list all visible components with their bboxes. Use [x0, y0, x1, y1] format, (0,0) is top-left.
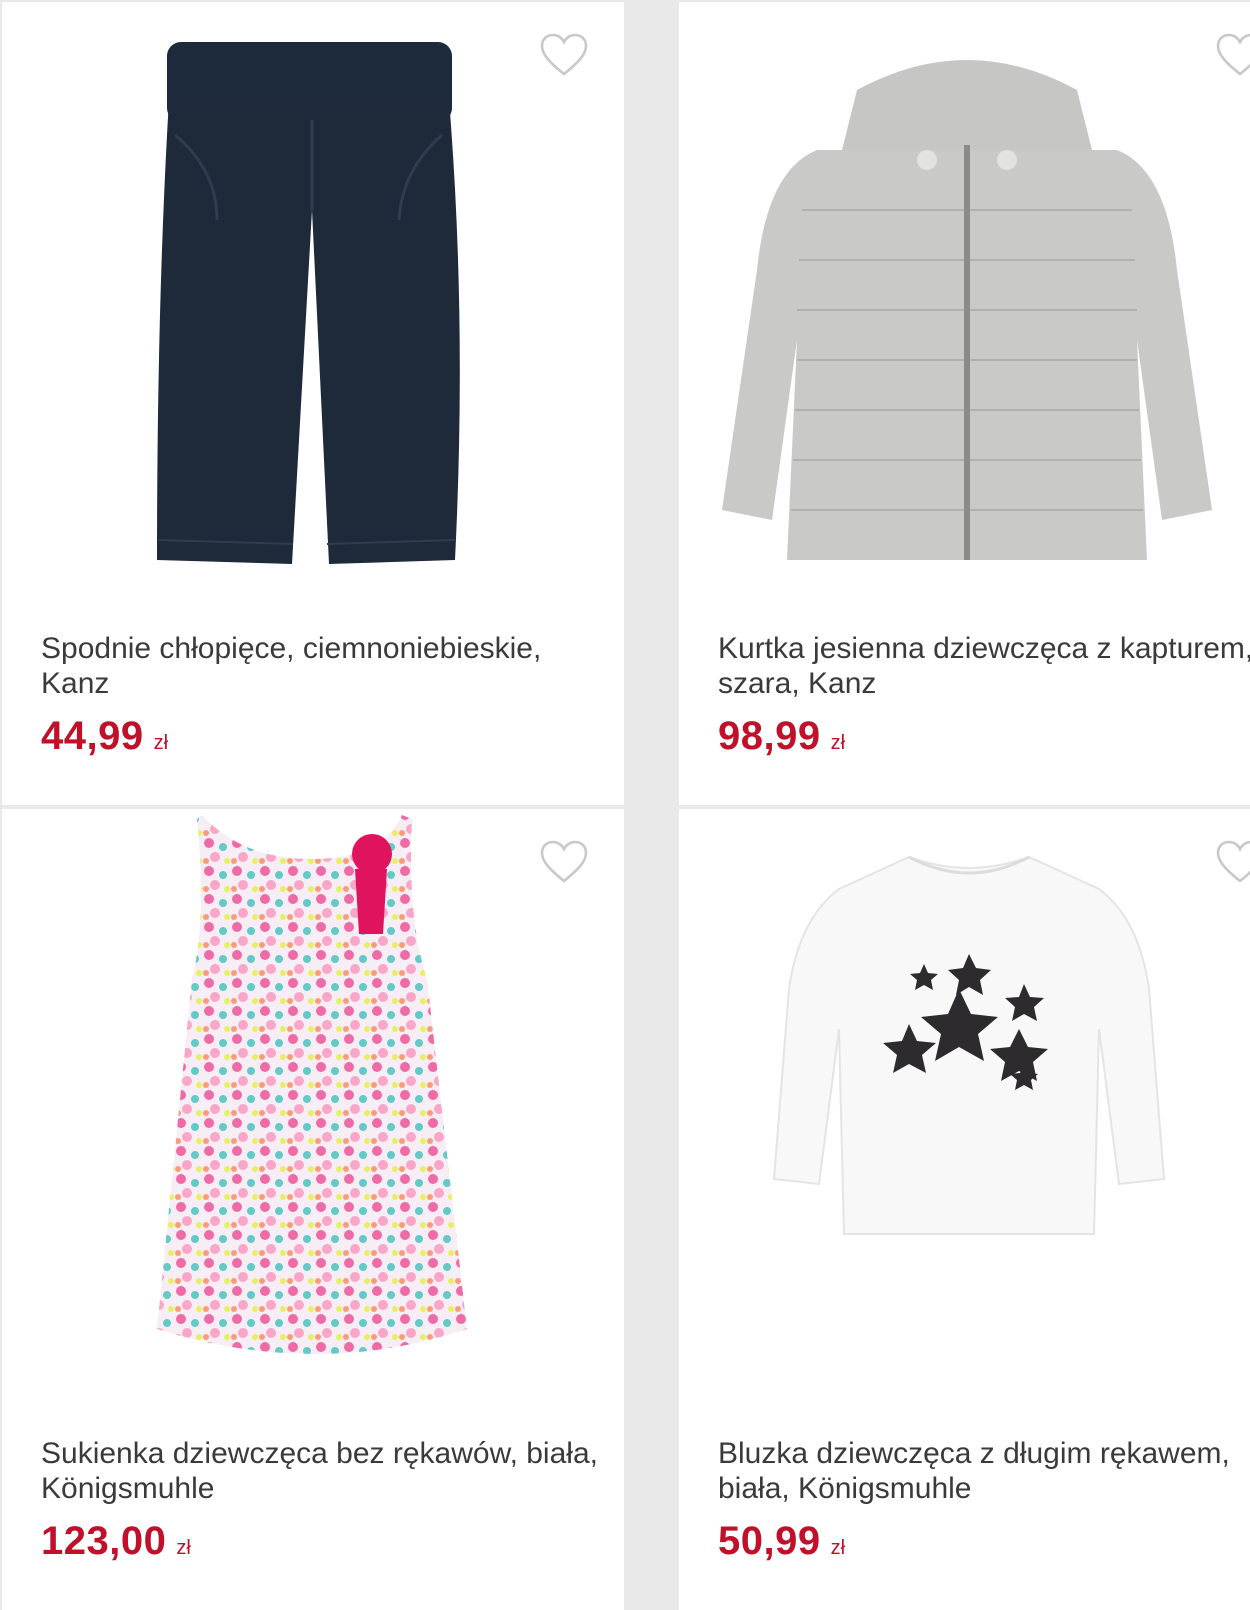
heart-outline-icon[interactable]: [1215, 839, 1250, 885]
price-amount: 98,99: [718, 714, 821, 758]
product-grid: Spodnie chłopięce, ciemnoniebieskie, Kan…: [0, 0, 1250, 1610]
price-currency: zł: [830, 732, 846, 754]
product-image[interactable]: [147, 809, 482, 1369]
product-price: 44,99 zł: [41, 714, 168, 759]
product-card[interactable]: Spodnie chłopięce, ciemnoniebieskie, Kan…: [2, 2, 624, 805]
product-image[interactable]: [769, 849, 1169, 1239]
heart-outline-icon[interactable]: [539, 32, 589, 78]
product-title[interactable]: Sukienka dziewczęca bez rękawów, biała, …: [41, 1436, 611, 1506]
price-amount: 50,99: [718, 1519, 821, 1563]
price-currency: zł: [176, 1537, 191, 1559]
product-card[interactable]: Kurtka jesienna dziewczęca z kapturem, s…: [679, 2, 1250, 805]
product-title[interactable]: Bluzka dziewczęca z długim rękawem, biał…: [718, 1436, 1250, 1506]
product-title[interactable]: Spodnie chłopięce, ciemnoniebieskie, Kan…: [41, 631, 611, 701]
product-card[interactable]: Sukienka dziewczęca bez rękawów, biała, …: [2, 809, 624, 1610]
product-image[interactable]: [707, 40, 1227, 590]
product-price: 50,99 zł: [718, 1519, 845, 1564]
product-price: 98,99 zł: [718, 714, 845, 759]
price-amount: 44,99: [41, 714, 144, 758]
product-title[interactable]: Kurtka jesienna dziewczęca z kapturem, s…: [718, 631, 1250, 701]
price-currency: zł: [153, 732, 169, 754]
product-price: 123,00 zł: [41, 1519, 191, 1564]
price-amount: 123,00: [41, 1519, 167, 1563]
product-image[interactable]: [137, 40, 482, 580]
heart-outline-icon[interactable]: [539, 839, 589, 885]
price-currency: zł: [830, 1537, 846, 1559]
product-card[interactable]: Bluzka dziewczęca z długim rękawem, biał…: [679, 809, 1250, 1610]
